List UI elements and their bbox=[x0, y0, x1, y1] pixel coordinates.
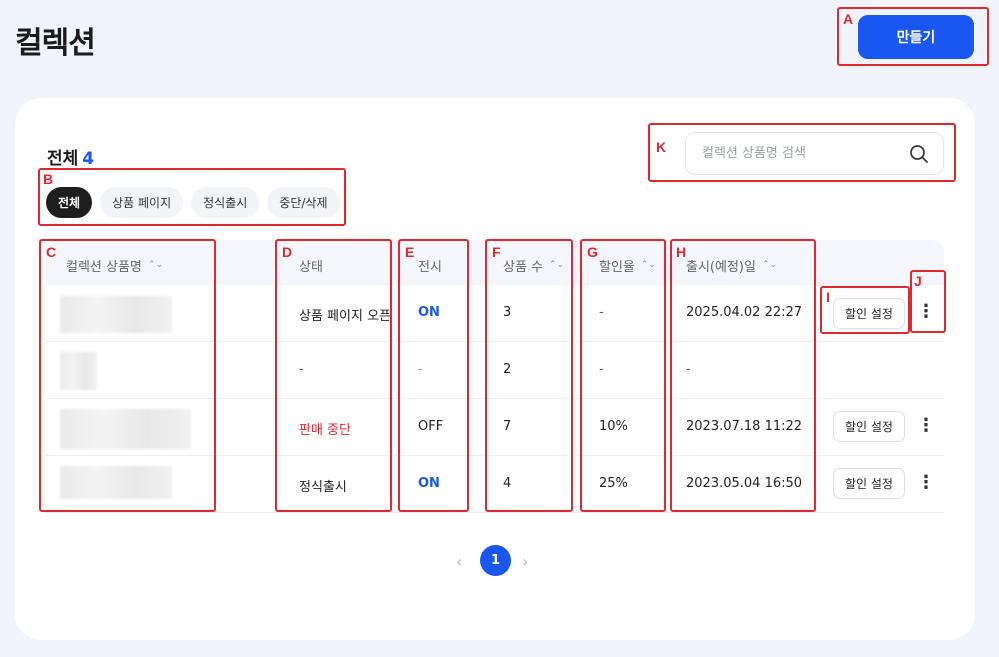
annotation-box-d bbox=[275, 239, 392, 512]
annotation-label-g: G bbox=[587, 244, 598, 260]
annotation-box-a bbox=[837, 7, 989, 66]
annotation-label-f: F bbox=[492, 244, 501, 260]
total-summary: 전체 4 bbox=[47, 144, 94, 169]
row-divider bbox=[46, 512, 944, 513]
chevron-left-icon[interactable]: ‹ bbox=[456, 552, 462, 571]
annotation-box-h bbox=[670, 239, 816, 512]
more-vertical-icon[interactable]: ⋮ bbox=[917, 413, 935, 439]
annotation-box-k bbox=[648, 123, 956, 182]
annotation-label-c: C bbox=[46, 244, 57, 260]
annotation-label-j: J bbox=[914, 273, 922, 289]
discount-setting-button[interactable]: 할인 설정 bbox=[833, 411, 905, 442]
annotation-label-i: I bbox=[826, 289, 830, 305]
annotation-box-g bbox=[580, 239, 666, 512]
annotation-box-c bbox=[39, 239, 216, 512]
discount-setting-button[interactable]: 할인 설정 bbox=[833, 468, 905, 499]
total-count: 4 bbox=[82, 149, 95, 169]
total-label: 전체 bbox=[47, 149, 79, 169]
page-title: 컬렉션 bbox=[15, 26, 96, 61]
annotation-box-b bbox=[38, 168, 346, 226]
annotation-label-k: K bbox=[656, 139, 667, 155]
pagination: ‹ 1 › bbox=[0, 545, 999, 577]
chevron-right-icon[interactable]: › bbox=[522, 552, 528, 571]
annotation-label-a: A bbox=[843, 11, 854, 27]
annotation-box-f bbox=[485, 239, 573, 512]
annotation-box-i bbox=[820, 286, 910, 334]
annotation-label-d: D bbox=[282, 244, 293, 260]
page-button-current[interactable]: 1 bbox=[480, 545, 511, 576]
annotation-label-b: B bbox=[43, 171, 54, 187]
more-vertical-icon[interactable]: ⋮ bbox=[917, 470, 935, 496]
annotation-label-h: H bbox=[676, 244, 687, 260]
annotation-label-e: E bbox=[405, 244, 415, 260]
annotation-box-e bbox=[398, 239, 469, 512]
